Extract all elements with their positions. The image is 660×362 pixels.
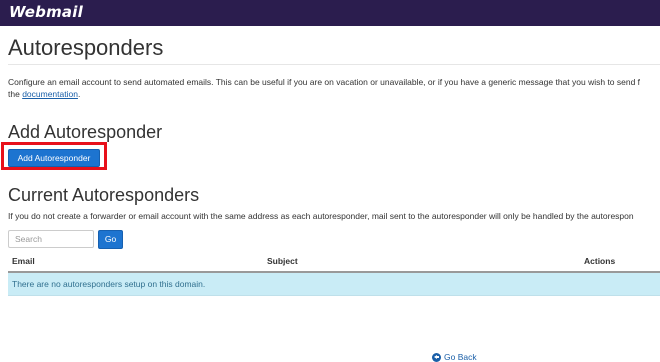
intro-line-1: Configure an email account to send autom… — [8, 77, 641, 87]
intro-text: Configure an email account to send autom… — [8, 76, 660, 100]
go-button[interactable]: Go — [98, 230, 123, 249]
page-title: Autoresponders — [8, 35, 164, 60]
empty-table-row: There are no autoresponders setup on thi… — [8, 273, 660, 296]
column-header-actions: Actions — [584, 256, 616, 266]
forwarder-note: If you do not create a forwarder or emai… — [8, 211, 634, 221]
top-bar: Webmail — [0, 0, 660, 26]
table-header: Email Subject Actions — [8, 254, 660, 273]
title-divider — [8, 64, 660, 65]
add-autoresponder-heading: Add Autoresponder — [8, 122, 163, 142]
column-header-subject[interactable]: Subject — [267, 256, 298, 266]
go-back-label: Go Back — [444, 352, 477, 362]
autoresponders-table: Email Subject Actions There are no autor… — [8, 254, 660, 296]
empty-message: There are no autoresponders setup on thi… — [12, 279, 206, 289]
circle-arrow-left-icon — [432, 352, 441, 362]
intro-suffix: . — [77, 89, 81, 99]
go-back-link[interactable]: Go Back — [432, 352, 477, 362]
search-input[interactable] — [8, 230, 94, 248]
intro-line-2: the documentation. — [8, 88, 660, 100]
add-autoresponder-button[interactable]: Add Autoresponder — [8, 149, 100, 167]
current-autoresponders-heading: Current Autoresponders — [8, 185, 200, 205]
webmail-logo[interactable]: Webmail — [9, 3, 83, 21]
intro-prefix: the — [8, 89, 23, 99]
column-header-email[interactable]: Email — [12, 256, 35, 266]
documentation-link[interactable]: documentation — [22, 89, 78, 99]
